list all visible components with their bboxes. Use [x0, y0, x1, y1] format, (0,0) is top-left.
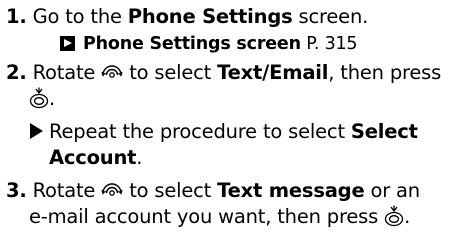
step-text: screen. [292, 5, 369, 28]
substep-text: . [136, 146, 143, 169]
step-text-bold: Text message [217, 179, 365, 202]
step-text-bold: Text/Email [217, 61, 329, 84]
step-2-line-1: 2. Rotate to select Text/Email, then pre… [6, 60, 441, 86]
step-text: to select [123, 179, 218, 202]
interface-dial-press-icon [384, 205, 404, 226]
step-text: Rotate [32, 61, 102, 84]
step-number: 1. [6, 5, 27, 28]
interface-dial-rotate-icon [101, 64, 123, 78]
step-2-substep-line-1: Repeat the procedure to select Select [30, 119, 418, 145]
cross-reference-arrow-icon [60, 36, 75, 51]
step-1-cross-reference[interactable]: Phone Settings screen P. 315 [60, 31, 358, 57]
step-text: , then press [328, 61, 442, 84]
substep-triangle-icon [30, 123, 43, 139]
step-number: 3. [6, 179, 27, 202]
manual-page: 1. Go to the Phone Settings screen. Phon… [0, 0, 473, 243]
step-text-bold: Phone Settings [127, 5, 293, 28]
step-2-substep-line-2: Account. [49, 145, 142, 171]
step-text: or an [364, 179, 420, 202]
step-text: Go to the [32, 5, 128, 28]
step-2-line-2: . [29, 86, 55, 112]
interface-dial-press-icon [29, 87, 49, 108]
step-number: 2. [6, 61, 27, 84]
step-3-line-1: 3. Rotate to select Text message or an [6, 178, 420, 204]
cross-reference-page: 315 [324, 34, 358, 54]
step-1-line-1: 1. Go to the Phone Settings screen. [6, 4, 368, 30]
step-text: to select [123, 61, 218, 84]
step-text: . [49, 87, 55, 110]
cross-reference-label: Phone Settings screen [83, 34, 301, 54]
step-text: e-mail account you want, then press [29, 205, 385, 228]
substep-text-bold: Select [350, 120, 418, 143]
interface-dial-rotate-icon [101, 182, 123, 196]
step-text: Rotate [32, 179, 102, 202]
substep-text: Repeat the procedure to select [49, 120, 351, 143]
cross-reference-page-prefix: P. [300, 34, 325, 54]
step-text: . [404, 205, 411, 228]
substep-text-bold: Account [49, 146, 137, 169]
step-3-line-2: e-mail account you want, then press . [29, 204, 410, 230]
